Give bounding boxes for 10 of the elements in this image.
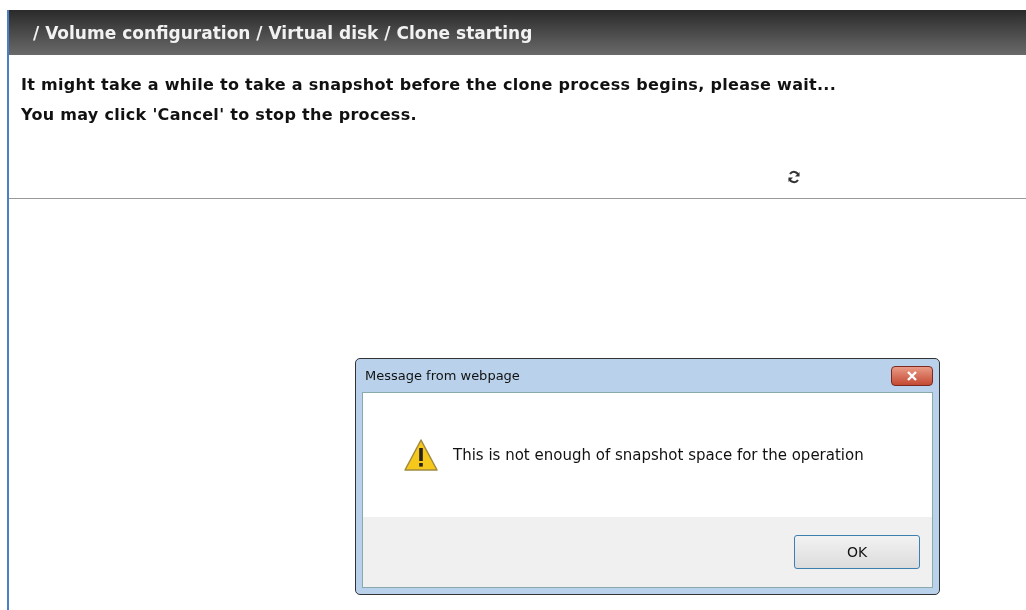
- ok-button[interactable]: OK: [794, 535, 920, 569]
- status-message: You may click 'Cancel' to stop the process.: [21, 105, 418, 124]
- status-message: It might take a while to take a snapshot before the clone process begins, please wait...: [21, 75, 838, 94]
- dialog-title: Message from webpage: [364, 368, 520, 383]
- warning-icon: [403, 438, 439, 472]
- close-icon: [906, 370, 918, 381]
- breadcrumb: / Volume configuration / Virtual disk / Clone starting: [33, 22, 533, 43]
- dialog-message: This is not enough of snapshot space for the operation: [453, 446, 864, 464]
- close-button[interactable]: [891, 365, 933, 386]
- refresh-icon: [787, 170, 801, 184]
